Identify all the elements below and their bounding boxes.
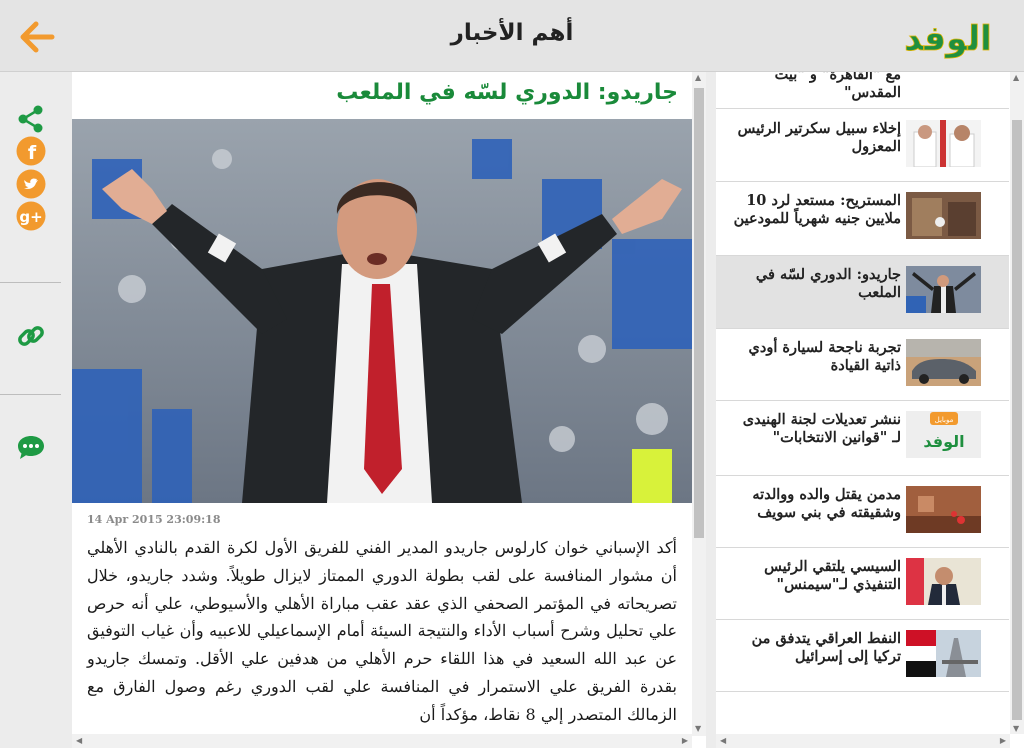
scroll-right-icon[interactable]: ▶ — [682, 736, 688, 745]
news-item[interactable]: مع "القاهرة" و "بيت المقدس" — [716, 72, 1009, 109]
news-thumbnail — [906, 266, 981, 313]
news-item[interactable]: تجربة ناجحة لسيارة أودي ذاتية القيادة — [716, 329, 1009, 401]
scroll-thumb[interactable] — [1012, 120, 1022, 720]
news-thumbnail — [906, 192, 981, 239]
news-thumbnail — [906, 558, 981, 605]
article-horizontal-scrollbar[interactable]: ◀ ▶ — [72, 734, 692, 748]
comments-icon — [18, 436, 44, 459]
svg-text:الوفد: الوفد — [904, 19, 992, 59]
page-title: أهم الأخبار — [450, 20, 574, 46]
article-pane: جاريدو: الدوري لسّه في الملعب 14 Apr 201… — [72, 72, 706, 748]
rail-divider — [0, 394, 61, 395]
news-item-title: المستريح: مستعد لرد 10 ملايين جنيه شهريا… — [733, 192, 901, 227]
facebook-button[interactable]: f — [16, 136, 46, 166]
svg-text:f: f — [28, 142, 37, 164]
news-item-title: ننشر تعديلات لجنة الهنيدى لـ "قوانين الا… — [742, 411, 901, 446]
svg-text:g+: g+ — [19, 208, 42, 226]
article-vertical-scrollbar[interactable]: ▲ ▼ — [692, 72, 706, 736]
svg-text:الوفد: الوفد — [923, 432, 964, 451]
news-item[interactable]: ننشر تعديلات لجنة الهنيدى لـ "قوانين الا… — [716, 401, 1009, 476]
sidebar-vertical-scrollbar[interactable]: ▲ ▼ — [1010, 72, 1024, 734]
news-item-active[interactable]: جاريدو: الدوري لسّه في الملعب — [716, 256, 1009, 329]
article-title: جاريدو: الدوري لسّه في الملعب — [336, 80, 678, 105]
top-bar: أهم الأخبار الوفد — [0, 0, 1024, 72]
scroll-down-icon[interactable]: ▼ — [1013, 724, 1019, 733]
copy-link-button[interactable] — [16, 321, 46, 351]
scroll-up-icon[interactable]: ▲ — [1013, 73, 1019, 82]
coach-photo — [72, 119, 692, 503]
news-item-title: مع "القاهرة" و "بيت المقدس" — [774, 72, 901, 101]
scroll-right-icon[interactable]: ▶ — [1000, 736, 1006, 745]
scroll-up-icon[interactable]: ▲ — [695, 73, 701, 82]
twitter-icon — [16, 169, 46, 199]
twitter-button[interactable] — [16, 169, 46, 199]
news-item[interactable]: إخلاء سبيل سكرتير الرئيس المعزول — [716, 110, 1009, 182]
news-item[interactable]: المستريح: مستعد لرد 10 ملايين جنيه شهريا… — [716, 182, 1009, 256]
svg-text:موبايل: موبايل — [935, 416, 954, 424]
scroll-thumb[interactable] — [694, 88, 704, 538]
news-item[interactable]: مدمن يقتل والده ووالدته وشقيقته في بني س… — [716, 476, 1009, 548]
rail-divider — [0, 282, 61, 283]
sidebar-horizontal-scrollbar[interactable]: ◀ ▶ — [716, 734, 1010, 748]
article-timestamp: 14 Apr 2015 23:09:18 — [87, 513, 221, 526]
news-item[interactable]: السيسي يلتقي الرئيس التنفيذي لـ"سيمنس" — [716, 548, 1009, 620]
comments-button[interactable] — [16, 432, 46, 462]
share-rail: f g+ — [0, 72, 62, 748]
news-item-title: جاريدو: الدوري لسّه في الملعب — [755, 266, 901, 301]
news-item-title: السيسي يلتقي الرئيس التنفيذي لـ"سيمنس" — [764, 558, 901, 593]
article-photo — [72, 119, 692, 503]
news-thumbnail — [906, 120, 981, 167]
news-item-title: إخلاء سبيل سكرتير الرئيس المعزول — [737, 120, 901, 155]
logo[interactable]: الوفد — [896, 10, 1000, 62]
google-plus-icon: g+ — [16, 201, 46, 231]
news-item[interactable]: النفط العراقي يتدفق من تركيا إلى إسرائيل — [716, 620, 1009, 692]
scroll-down-icon[interactable]: ▼ — [695, 724, 701, 733]
share-icon — [18, 105, 43, 133]
article-body: أكد الإسباني خوان كارلوس جاريدو المدير ا… — [87, 538, 677, 724]
news-item-title: النفط العراقي يتدفق من تركيا إلى إسرائيل — [751, 630, 901, 665]
news-thumbnail — [906, 630, 981, 677]
news-item-title: تجربة ناجحة لسيارة أودي ذاتية القيادة — [748, 339, 901, 374]
news-thumbnail — [906, 486, 981, 533]
news-item-title: مدمن يقتل والده ووالدته وشقيقته في بني س… — [752, 486, 901, 521]
news-thumbnail — [906, 339, 981, 386]
scroll-left-icon[interactable]: ◀ — [720, 736, 726, 745]
link-icon — [18, 326, 44, 346]
facebook-icon: f — [16, 136, 46, 166]
scroll-left-icon[interactable]: ◀ — [76, 736, 82, 745]
news-thumbnail: موبايل الوفد — [906, 411, 981, 458]
google-plus-button[interactable]: g+ — [16, 201, 46, 231]
share-button[interactable] — [16, 104, 46, 134]
alwafd-logo: الوفد — [904, 19, 992, 60]
news-sidebar: مع "القاهرة" و "بيت المقدس" إخلاء سبيل س… — [716, 72, 1024, 748]
